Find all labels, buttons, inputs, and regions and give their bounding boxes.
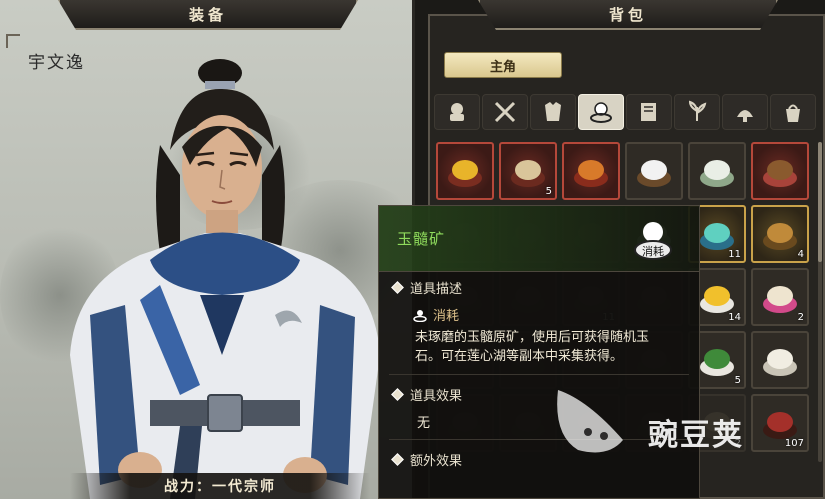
item-quantity: 14 xyxy=(728,312,741,323)
veg-dish-icon xyxy=(700,349,734,376)
character-portrait xyxy=(70,59,380,499)
inventory-slot[interactable] xyxy=(625,142,683,200)
divider xyxy=(389,374,689,375)
diamond-bullet-icon xyxy=(391,388,404,401)
diamond-bullet-icon xyxy=(391,281,404,294)
tab-equipment[interactable]: 装备 xyxy=(58,0,358,30)
chestnut-icon xyxy=(763,160,797,187)
frame-corner xyxy=(6,34,20,48)
inventory-slot[interactable]: 5 xyxy=(499,142,557,200)
consumable-icon xyxy=(413,309,427,322)
category-tab-equipment[interactable] xyxy=(434,94,480,130)
inventory-slot[interactable] xyxy=(562,142,620,200)
wine-icon xyxy=(763,286,797,313)
category-tab-material[interactable] xyxy=(578,94,624,130)
gourd-icon xyxy=(763,223,797,250)
item-quantity: 5 xyxy=(545,186,552,197)
armor-icon xyxy=(545,102,561,121)
inventory-slot[interactable]: 4 xyxy=(751,205,809,263)
watermark-text: 豌豆荚 xyxy=(648,418,744,453)
misc-icon xyxy=(737,110,753,122)
category-tab-armor[interactable] xyxy=(530,94,576,130)
herb-icon xyxy=(688,100,707,121)
item-quantity: 4 xyxy=(797,249,804,260)
use-type-row: 消耗 xyxy=(379,303,699,326)
weapon-icon xyxy=(494,101,516,123)
section-description-title: 道具描述 xyxy=(410,282,463,297)
tab-bag[interactable]: 背包 xyxy=(478,0,778,30)
item-quantity: 2 xyxy=(797,312,804,323)
equipment-icon xyxy=(450,103,464,121)
inventory-slot[interactable] xyxy=(436,142,494,200)
category-tab-herb[interactable] xyxy=(674,94,720,130)
salt-icon xyxy=(637,160,671,187)
inventory-slot[interactable] xyxy=(751,142,809,200)
bag-icon xyxy=(786,104,800,122)
inventory-slot[interactable] xyxy=(688,142,746,200)
category-tab-misc[interactable] xyxy=(722,94,768,130)
book-icon xyxy=(641,103,656,121)
category-tab-bag[interactable] xyxy=(770,94,816,130)
roast-icon xyxy=(574,160,608,187)
item-quantity: 11 xyxy=(728,249,741,260)
item-description: 未琢磨的玉髓原矿，使用后可获得随机玉石。可在莲心湖等副本中采集获得。 xyxy=(415,330,650,364)
tooltip-icon-label: 消耗 xyxy=(642,244,664,258)
category-tab-weapon[interactable] xyxy=(482,94,528,130)
role-tab-protagonist[interactable]: 主角 xyxy=(444,52,562,78)
section-extra-title: 额外效果 xyxy=(410,454,463,469)
inventory-scroll-thumb[interactable] xyxy=(818,142,822,262)
equipment-panel: 宇文逸 战力：一代宗师 xyxy=(0,0,415,499)
use-type-text: 消耗 xyxy=(433,309,460,324)
diamond-bullet-icon xyxy=(391,453,404,466)
category-tabs xyxy=(434,94,816,130)
dish-icon xyxy=(511,160,545,187)
congee-icon xyxy=(763,349,797,376)
tooltip-header: 玉髓矿 消耗 xyxy=(379,206,699,272)
soup-bowl-icon xyxy=(448,160,482,187)
category-tab-book[interactable] xyxy=(626,94,672,130)
material-icon xyxy=(590,102,612,123)
section-effect-title: 道具效果 xyxy=(410,389,463,404)
combat-power-label: 战力：一代宗师 xyxy=(70,473,370,499)
inventory-slot[interactable]: 2 xyxy=(751,268,809,326)
rice-icon xyxy=(700,160,734,187)
section-description: 道具描述 xyxy=(379,272,699,303)
jade-ore-icon: 消耗 xyxy=(634,222,672,260)
item-name: 玉髓矿 xyxy=(397,230,446,248)
